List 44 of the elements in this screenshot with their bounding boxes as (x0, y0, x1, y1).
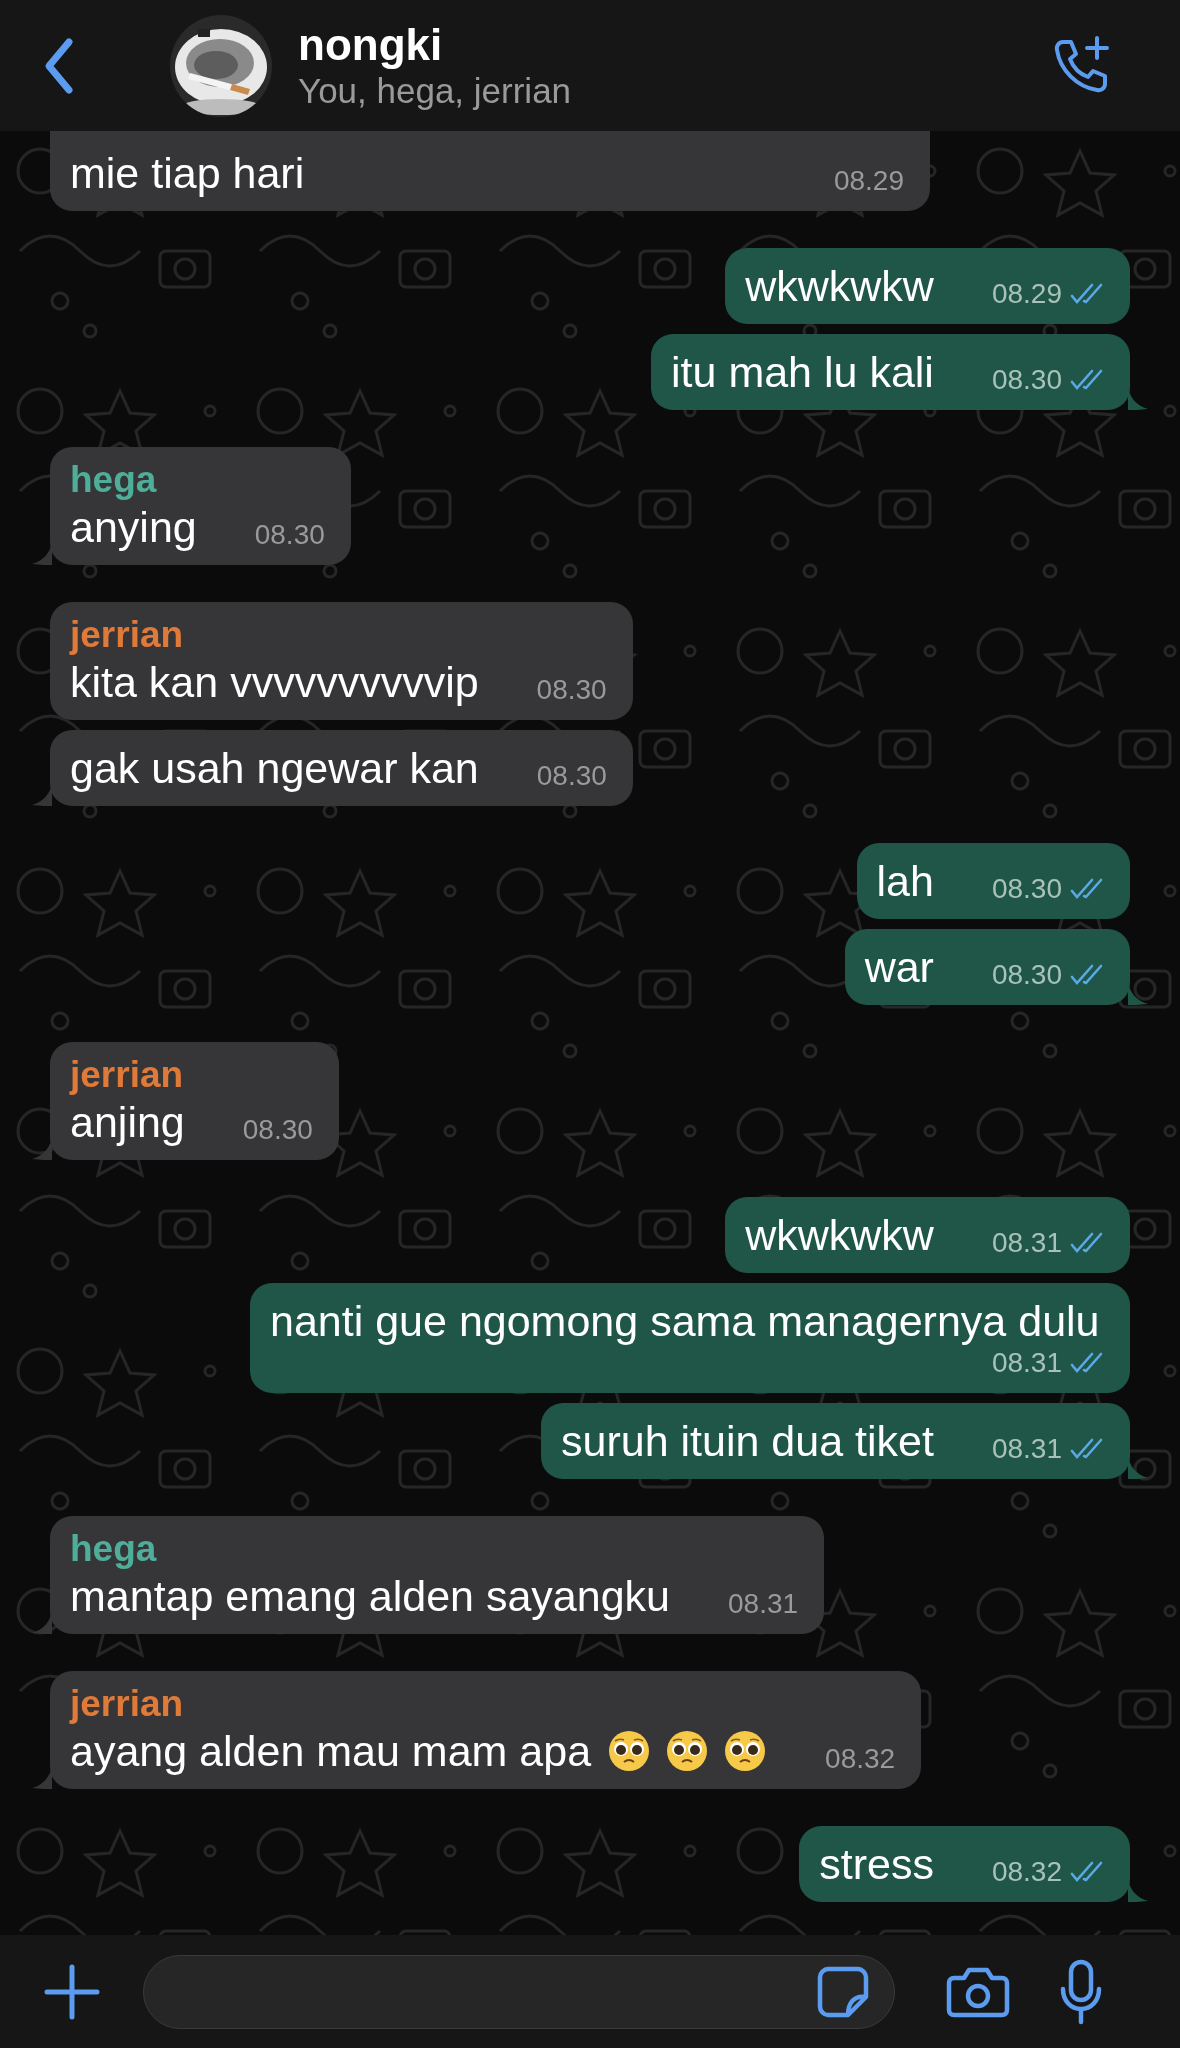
message-time: 08.31 (728, 1588, 799, 1620)
pleading-face-icon (723, 1729, 768, 1773)
sender-name: jerrian (70, 1683, 185, 1725)
message-time: 08.30 (254, 519, 325, 551)
sender-name: hega (70, 1528, 158, 1570)
message-time: 08.31 (991, 1347, 1062, 1379)
message-text: gak usah ngewar kan (70, 743, 479, 794)
message-text: anying (70, 502, 197, 553)
message-text: mantap emang alden sayangku (70, 1571, 671, 1622)
message-text: nanti gue ngomong sama managernya dulu (270, 1296, 1100, 1347)
message-text: stress (819, 1839, 934, 1890)
message-text: war (864, 942, 934, 993)
message-text: ayang alden mau mam apa (70, 1726, 592, 1777)
message-time: 08.32 (991, 1856, 1062, 1888)
plus-icon (43, 1962, 101, 2021)
message-text: lah (876, 856, 934, 907)
message-time: 08.30 (536, 674, 607, 706)
sender-name: hega (70, 459, 158, 501)
message-time: 08.32 (825, 1743, 896, 1775)
message-time: 08.30 (536, 760, 607, 792)
sender-name: jerrian (70, 614, 185, 656)
message-time: 08.30 (991, 873, 1062, 905)
message-time: 08.29 (991, 278, 1062, 310)
message-time: 08.31 (991, 1227, 1062, 1259)
message-text: kita kan vvvvvvvvvvip (70, 657, 479, 708)
message-time: 08.30 (991, 364, 1062, 396)
message-text: itu mah lu kali (671, 347, 934, 398)
message-text: mie tiap hari (70, 148, 305, 199)
microphone-icon (1059, 1958, 1103, 2025)
pleading-face-icon (665, 1729, 710, 1773)
camera-icon (946, 1965, 1010, 2018)
sender-name: jerrian (70, 1054, 185, 1096)
message-time: 08.30 (991, 959, 1062, 991)
message-time: 08.30 (242, 1114, 313, 1146)
message-text: anjing (70, 1097, 185, 1148)
message-time: 08.31 (991, 1433, 1062, 1465)
chat-members: You, hega, jerrian (298, 69, 572, 112)
message-text: wkwkwkw (745, 1210, 934, 1261)
message-time: 08.29 (833, 165, 904, 197)
pleading-face-icon (607, 1729, 652, 1773)
message-text: suruh ituin dua tiket (561, 1416, 934, 1467)
message-text: wkwkwkw (745, 261, 934, 312)
chat-title: nongki (298, 19, 444, 70)
sticker-icon (816, 1964, 870, 2019)
